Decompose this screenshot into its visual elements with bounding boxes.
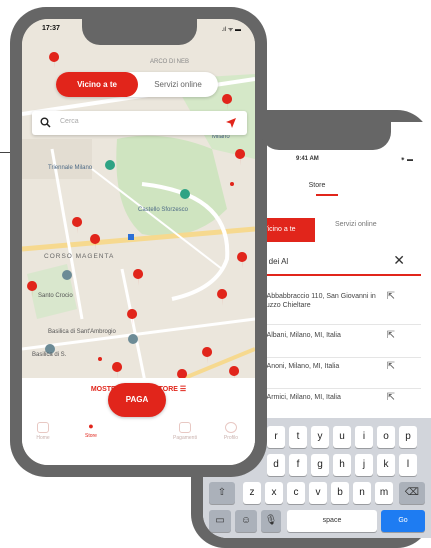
- location-toggle: Vicino a te Servizi online: [56, 72, 218, 97]
- signal-wifi-battery-icon: .ıl ᯤ ▬: [221, 27, 241, 33]
- key-o[interactable]: o: [377, 426, 395, 448]
- numbers-key[interactable]: ▭: [209, 510, 231, 532]
- key-v[interactable]: v: [309, 482, 327, 504]
- map-screen: 17:37 .ıl ᯤ ▬ ARCO DI NEB Triennale Mila…: [22, 19, 255, 465]
- result-address: Via Abbabbraccio 110, San Giovanni in Ab…: [255, 293, 376, 309]
- map-label-top: ARCO DI NEB: [150, 59, 190, 65]
- key-j[interactable]: j: [355, 454, 373, 476]
- map-label-castello: Castello Sforzesco: [138, 207, 189, 213]
- nav-profile-label: Profilo: [223, 435, 239, 441]
- key-z[interactable]: z: [243, 482, 261, 504]
- key-k[interactable]: k: [377, 454, 395, 476]
- key-n[interactable]: n: [353, 482, 371, 504]
- emoji-icon[interactable]: ☺: [235, 510, 257, 532]
- key-u[interactable]: u: [333, 426, 351, 448]
- toggle-near-you[interactable]: Vicino a te: [56, 72, 138, 97]
- result-address: Via Albani, Milano, MI, Italia: [255, 332, 341, 339]
- tab-online-services[interactable]: Servizi online: [335, 221, 377, 228]
- arrow-up-left-icon[interactable]: ⇱: [387, 291, 395, 302]
- shift-key[interactable]: ⇧: [209, 482, 235, 504]
- bottom-panel: MOSTRA ELENCO STORE ☰ PAGA Home ● Store …: [22, 378, 255, 465]
- location-arrow-icon[interactable]: [225, 117, 237, 129]
- nav-profile[interactable]: Profilo: [214, 422, 248, 441]
- list-icon: ☰: [179, 386, 187, 393]
- phone-notch: [261, 122, 391, 150]
- pay-button[interactable]: PAGA: [108, 383, 166, 417]
- title-underline: [316, 194, 338, 196]
- go-key[interactable]: Go: [381, 510, 425, 532]
- key-h[interactable]: h: [333, 454, 351, 476]
- backspace-key[interactable]: ⌫: [399, 482, 425, 504]
- key-g[interactable]: g: [311, 454, 329, 476]
- nav-payments-label: Pagamenti: [173, 435, 197, 441]
- result-address: Via Anoni, Milano, MI, Italia: [255, 363, 340, 370]
- nav-home-label: Home: [36, 435, 50, 441]
- status-battery-icon: ⁕ ▬: [400, 157, 413, 163]
- result-address: Via Armici, Milano, MI, Italia: [255, 394, 341, 401]
- key-t[interactable]: t: [289, 426, 307, 448]
- phone-map-screen: 17:37 .ıl ᯤ ▬ ARCO DI NEB Triennale Mila…: [10, 7, 267, 477]
- arrow-up-left-icon[interactable]: ⇱: [387, 330, 395, 341]
- user-icon: [225, 422, 237, 433]
- status-time: 9:41 AM: [296, 156, 319, 162]
- map-label-corso-magenta: CORSO MAGENTA: [44, 253, 115, 260]
- key-l[interactable]: l: [399, 454, 417, 476]
- key-c[interactable]: c: [287, 482, 305, 504]
- map-pin-icon: ●: [88, 421, 94, 431]
- card-icon: [179, 422, 191, 433]
- nav-home[interactable]: Home: [26, 422, 60, 441]
- map-label-basilica: Basilica di Sant'Ambrogio: [48, 329, 116, 335]
- map-label-triennale: Triennale Milano: [48, 165, 93, 171]
- nav-store-label: Store: [85, 433, 97, 439]
- key-m[interactable]: m: [375, 482, 393, 504]
- key-d[interactable]: d: [267, 454, 285, 476]
- phone-notch: [82, 19, 197, 45]
- key-b[interactable]: b: [331, 482, 349, 504]
- arrow-up-left-icon[interactable]: ⇱: [387, 392, 395, 403]
- search-placeholder: Cerca: [60, 118, 79, 125]
- nav-store[interactable]: ● Store: [74, 421, 108, 440]
- key-x[interactable]: x: [265, 482, 283, 504]
- key-i[interactable]: i: [355, 426, 373, 448]
- key-r[interactable]: r: [267, 426, 285, 448]
- search-icon: [40, 117, 51, 128]
- map-label-santo-crocio: Santo Crocio: [38, 293, 73, 299]
- arrow-up-left-icon[interactable]: ⇱: [387, 361, 395, 372]
- map-label-basilica-s: Basilica di S.: [32, 352, 67, 358]
- key-f[interactable]: f: [289, 454, 307, 476]
- home-icon: [37, 422, 49, 433]
- nav-payments[interactable]: Pagamenti: [168, 422, 202, 441]
- close-icon[interactable]: ✕: [393, 252, 405, 269]
- map-search-input[interactable]: Cerca: [32, 111, 247, 135]
- key-y[interactable]: y: [311, 426, 329, 448]
- status-time: 17:37: [42, 25, 60, 32]
- space-key[interactable]: space: [287, 510, 377, 532]
- toggle-online-services[interactable]: Servizi online: [142, 72, 214, 97]
- key-p[interactable]: p: [399, 426, 417, 448]
- microphone-icon[interactable]: 🎙: [261, 510, 281, 532]
